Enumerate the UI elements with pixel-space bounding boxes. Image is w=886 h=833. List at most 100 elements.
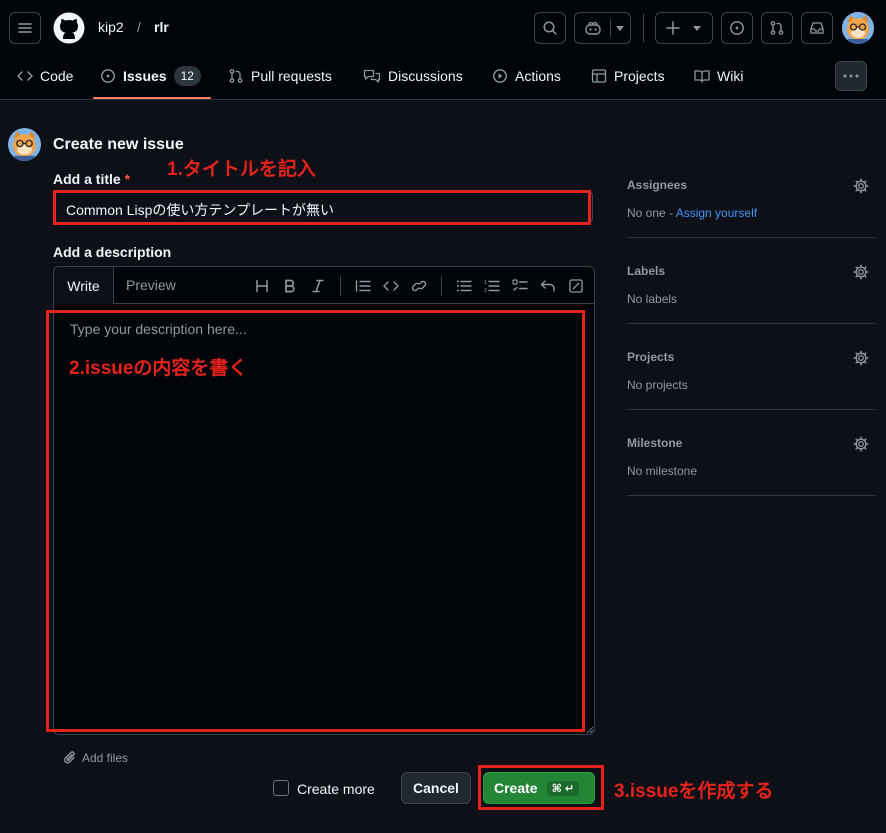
git-pull-request-icon [228,68,244,84]
gear-icon [853,350,869,366]
user-avatar[interactable] [842,12,874,44]
ordered-list-button[interactable]: 12 [482,276,502,296]
sidebar-divider [627,409,875,410]
table-icon [591,68,607,84]
projects-gear-button[interactable] [853,350,869,366]
tab-pull-requests[interactable]: Pull requests [228,62,332,90]
projects-value: No projects [627,378,688,392]
tab-discussions[interactable]: Discussions [363,62,463,90]
page-title: Create new issue [53,136,184,153]
tab-label: Actions [515,68,561,84]
create-more-label[interactable]: Create more [297,781,375,797]
screen-full-icon [569,279,583,293]
description-label: Add a description [53,244,172,260]
labels-value: No labels [627,292,678,306]
fullscreen-button[interactable] [566,276,586,296]
pull-requests-button[interactable] [761,12,793,44]
milestone-heading: Milestone [627,436,683,450]
tab-label: Projects [614,68,665,84]
link-button[interactable] [409,276,429,296]
link-icon [411,280,427,292]
chevron-down-icon [616,26,624,31]
title-label-text: Add a title [53,171,121,187]
svg-text:1: 1 [484,280,487,286]
assign-yourself-link[interactable]: Assign yourself [676,206,757,220]
git-pull-request-icon [770,21,784,35]
create-new-button[interactable] [655,12,713,44]
milestone-gear-button[interactable] [853,436,869,452]
svg-text:2: 2 [484,288,487,293]
shortcut-hint: ⌘ ↵ [546,780,580,796]
labels-gear-button[interactable] [853,264,869,280]
chevron-down-icon [693,26,701,31]
tab-preview[interactable]: Preview [126,277,176,293]
inbox-button[interactable] [801,12,833,44]
assignees-value: No one - Assign yourself [627,206,757,220]
quote-button[interactable] [353,276,373,296]
github-mark-icon [53,12,85,44]
sidebar-divider [627,237,875,238]
heading-button[interactable] [252,276,272,296]
search-button[interactable] [534,12,566,44]
avatar-icon [8,128,41,161]
tab-label: Code [40,68,74,84]
create-more-checkbox[interactable] [273,780,289,796]
breadcrumb-repo[interactable]: rlr [154,19,169,35]
avatar-icon [842,12,874,44]
issue-opened-icon [730,21,744,35]
breadcrumb-separator: / [137,19,141,35]
title-input[interactable]: Common Lispの使い方テンプレートが無い [66,200,334,220]
create-button-label: Create [494,780,538,796]
hamburger-icon [18,23,32,33]
quote-icon [355,280,371,292]
assignees-heading: Assignees [627,178,688,192]
bold-icon [285,279,295,293]
search-icon [543,21,557,35]
gear-icon [853,178,869,194]
create-button[interactable]: Create ⌘ ↵ [483,772,595,804]
unordered-list-button[interactable] [454,276,474,296]
required-mark: * [124,171,131,187]
issues-count-badge: 12 [173,66,201,86]
plus-icon [666,21,680,35]
code-button[interactable] [381,276,401,296]
comment-discussion-icon [363,68,381,84]
add-files-button[interactable]: Add files [63,750,128,766]
copilot-button[interactable] [574,12,631,44]
task-list-button[interactable] [510,276,530,296]
list-unordered-icon [457,280,472,292]
issue-opened-icon [100,68,116,84]
tab-label: Discussions [388,68,463,84]
toolbar-divider [340,276,341,296]
author-avatar [8,128,41,161]
tab-projects[interactable]: Projects [591,62,665,90]
reply-icon [540,280,555,292]
issues-button[interactable] [721,12,753,44]
labels-heading: Labels [627,264,666,278]
assignees-gear-button[interactable] [853,178,869,194]
breadcrumb-owner[interactable]: kip2 [98,19,124,35]
tab-write[interactable]: Write [54,267,114,304]
title-label: Add a title * [53,171,130,187]
gear-icon [853,264,869,280]
cancel-button[interactable]: Cancel [401,772,471,804]
tab-issues[interactable]: Issues 12 [100,62,201,90]
bold-button[interactable] [280,276,300,296]
resize-handle-icon[interactable] [586,726,594,734]
tasklist-icon [512,279,528,291]
book-icon [694,68,710,84]
inbox-icon [810,22,824,34]
italic-button[interactable] [308,276,328,296]
header-divider [643,14,644,42]
annotation-step-1: 1.タイトルを記入 [167,159,316,180]
more-tabs-button[interactable] [835,61,867,91]
hamburger-menu-button[interactable] [9,12,41,44]
github-logo[interactable] [53,12,85,44]
tab-label: Wiki [717,68,744,84]
tab-actions[interactable]: Actions [492,62,561,90]
play-icon [492,68,508,84]
tab-label: Issues [123,68,167,84]
tab-code[interactable]: Code [17,62,73,90]
undo-button[interactable] [538,276,558,296]
tab-wiki[interactable]: Wiki [694,62,743,90]
